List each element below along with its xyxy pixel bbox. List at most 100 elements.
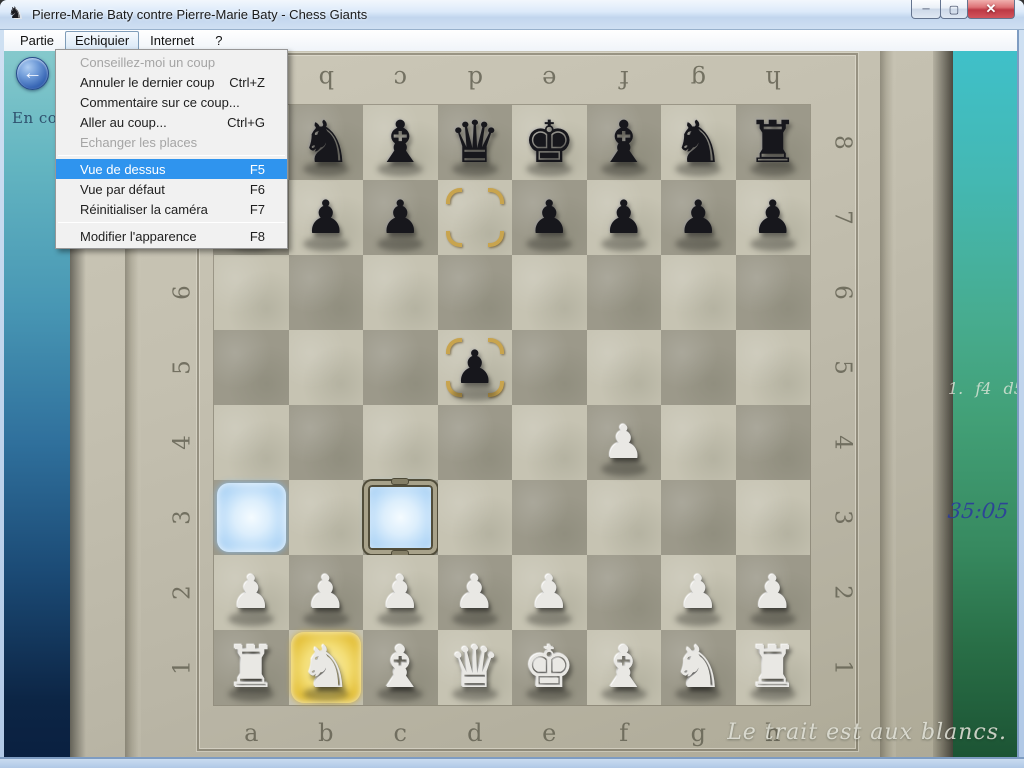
menu-item-label: Echanger les places (80, 135, 197, 150)
piece-white-bishop-c1[interactable]: ♝ (363, 630, 438, 705)
square-d4[interactable] (438, 405, 513, 480)
square-f6[interactable] (587, 255, 662, 330)
square-c4[interactable] (363, 405, 438, 480)
square-e4[interactable] (512, 405, 587, 480)
piece-black-rook-h8[interactable]: ♜ (736, 105, 811, 180)
piece-white-pawn-a2[interactable]: ♟ (214, 555, 289, 630)
piece-black-pawn-f7[interactable]: ♟ (587, 180, 662, 255)
square-e3[interactable] (512, 480, 587, 555)
menu-separator (58, 155, 285, 156)
piece-white-king-e1[interactable]: ♚ (512, 630, 587, 705)
piece-black-knight-g8[interactable]: ♞ (661, 105, 736, 180)
piece-black-pawn-h7[interactable]: ♟ (736, 180, 811, 255)
menu-item-conseillez-moi-un-coup[interactable]: Conseillez-moi un coup (56, 52, 287, 72)
rank-label-right-7: 7 (805, 204, 880, 232)
black-bishop-icon: ♝ (598, 110, 650, 175)
piece-white-pawn-b2[interactable]: ♟ (289, 555, 364, 630)
window-controls: ─ ▢ ✕ (912, 0, 1015, 19)
rank-label-right-5: 5 (805, 354, 880, 382)
piece-black-pawn-g7[interactable]: ♟ (661, 180, 736, 255)
piece-white-rook-h1[interactable]: ♜ (736, 630, 811, 705)
square-a3[interactable] (214, 480, 289, 555)
black-pawn-icon: ♟ (678, 191, 719, 243)
piece-white-rook-a1[interactable]: ♜ (214, 630, 289, 705)
table-edge-right (933, 51, 953, 757)
rank-label-right-6: 6 (805, 279, 880, 307)
square-e5[interactable] (512, 330, 587, 405)
square-a6[interactable] (214, 255, 289, 330)
echiquier-context-menu: Conseillez-moi un coupAnnuler le dernier… (55, 49, 288, 249)
piece-white-pawn-c2[interactable]: ♟ (363, 555, 438, 630)
menu-item-modifier-l-apparence[interactable]: Modifier l'apparenceF8 (56, 226, 287, 246)
menubar-item-aide[interactable]: ? (205, 31, 232, 51)
piece-white-pawn-g2[interactable]: ♟ (661, 555, 736, 630)
back-button[interactable]: ← (16, 57, 49, 90)
menu-item-label: Annuler le dernier coup (80, 75, 214, 90)
black-king-icon: ♚ (523, 110, 575, 175)
game-clock: 35:05 (947, 499, 1010, 523)
piece-white-pawn-d2[interactable]: ♟ (438, 555, 513, 630)
menu-item-vue-par-defaut[interactable]: Vue par défautF6 (56, 179, 287, 199)
square-a4[interactable] (214, 405, 289, 480)
square-d6[interactable] (438, 255, 513, 330)
close-button[interactable]: ✕ (967, 0, 1015, 19)
file-label-bottom-a: a (214, 713, 289, 753)
menu-item-annuler-le-dernier-coup[interactable]: Annuler le dernier coupCtrl+Z (56, 72, 287, 92)
square-d7[interactable] (438, 180, 513, 255)
square-g6[interactable] (661, 255, 736, 330)
piece-black-knight-b8[interactable]: ♞ (289, 105, 364, 180)
piece-black-pawn-e7[interactable]: ♟ (512, 180, 587, 255)
square-h3[interactable] (736, 480, 811, 555)
menu-item-commentaire-sur-ce-coup[interactable]: Commentaire sur ce coup... (56, 92, 287, 112)
square-c6[interactable] (363, 255, 438, 330)
square-h6[interactable] (736, 255, 811, 330)
square-c5[interactable] (363, 330, 438, 405)
square-h4[interactable] (736, 405, 811, 480)
menubar-item-partie[interactable]: Partie (10, 31, 64, 51)
piece-black-pawn-d5[interactable]: ♟ (438, 330, 513, 405)
minimize-button[interactable]: ─ (911, 0, 941, 19)
menu-item-aller-au-coup[interactable]: Aller au coup...Ctrl+G (56, 112, 287, 132)
square-g5[interactable] (661, 330, 736, 405)
square-c3[interactable] (363, 480, 438, 555)
menu-item-echanger-les-places[interactable]: Echanger les places (56, 132, 287, 152)
square-f2[interactable] (587, 555, 662, 630)
piece-white-bishop-f1[interactable]: ♝ (587, 630, 662, 705)
square-b6[interactable] (289, 255, 364, 330)
piece-black-bishop-f8[interactable]: ♝ (587, 105, 662, 180)
black-pawn-icon: ♟ (454, 341, 495, 393)
square-b4[interactable] (289, 405, 364, 480)
file-label-top-f: f (587, 59, 662, 99)
piece-white-pawn-h2[interactable]: ♟ (736, 555, 811, 630)
piece-white-knight-g1[interactable]: ♞ (661, 630, 736, 705)
square-f5[interactable] (587, 330, 662, 405)
file-label-bottom-e: e (512, 713, 587, 753)
square-a5[interactable] (214, 330, 289, 405)
menubar-item-echiquier[interactable]: Echiquier (65, 31, 139, 51)
piece-white-pawn-e2[interactable]: ♟ (512, 555, 587, 630)
piece-black-bishop-c8[interactable]: ♝ (363, 105, 438, 180)
menu-item-vue-de-dessus[interactable]: Vue de dessusF5 (56, 159, 287, 179)
maximize-button[interactable]: ▢ (940, 0, 968, 19)
square-g3[interactable] (661, 480, 736, 555)
black-pawn-icon: ♟ (529, 191, 570, 243)
menubar-item-internet[interactable]: Internet (140, 31, 204, 51)
rank-label-left-3: 3 (146, 504, 221, 532)
menu-item-label: Modifier l'apparence (80, 229, 197, 244)
square-g4[interactable] (661, 405, 736, 480)
piece-black-queen-d8[interactable]: ♛ (438, 105, 513, 180)
piece-black-pawn-c7[interactable]: ♟ (363, 180, 438, 255)
square-d3[interactable] (438, 480, 513, 555)
menu-item-reinitialiser-la-camera[interactable]: Réinitialiser la caméraF7 (56, 199, 287, 219)
piece-white-pawn-f4[interactable]: ♟ (587, 405, 662, 480)
piece-white-queen-d1[interactable]: ♛ (438, 630, 513, 705)
square-b5[interactable] (289, 330, 364, 405)
piece-black-king-e8[interactable]: ♚ (512, 105, 587, 180)
menu-item-label: Vue par défaut (80, 182, 165, 197)
square-h5[interactable] (736, 330, 811, 405)
square-b3[interactable] (289, 480, 364, 555)
piece-white-knight-b1[interactable]: ♞ (289, 630, 364, 705)
square-f3[interactable] (587, 480, 662, 555)
square-e6[interactable] (512, 255, 587, 330)
piece-black-pawn-b7[interactable]: ♟ (289, 180, 364, 255)
